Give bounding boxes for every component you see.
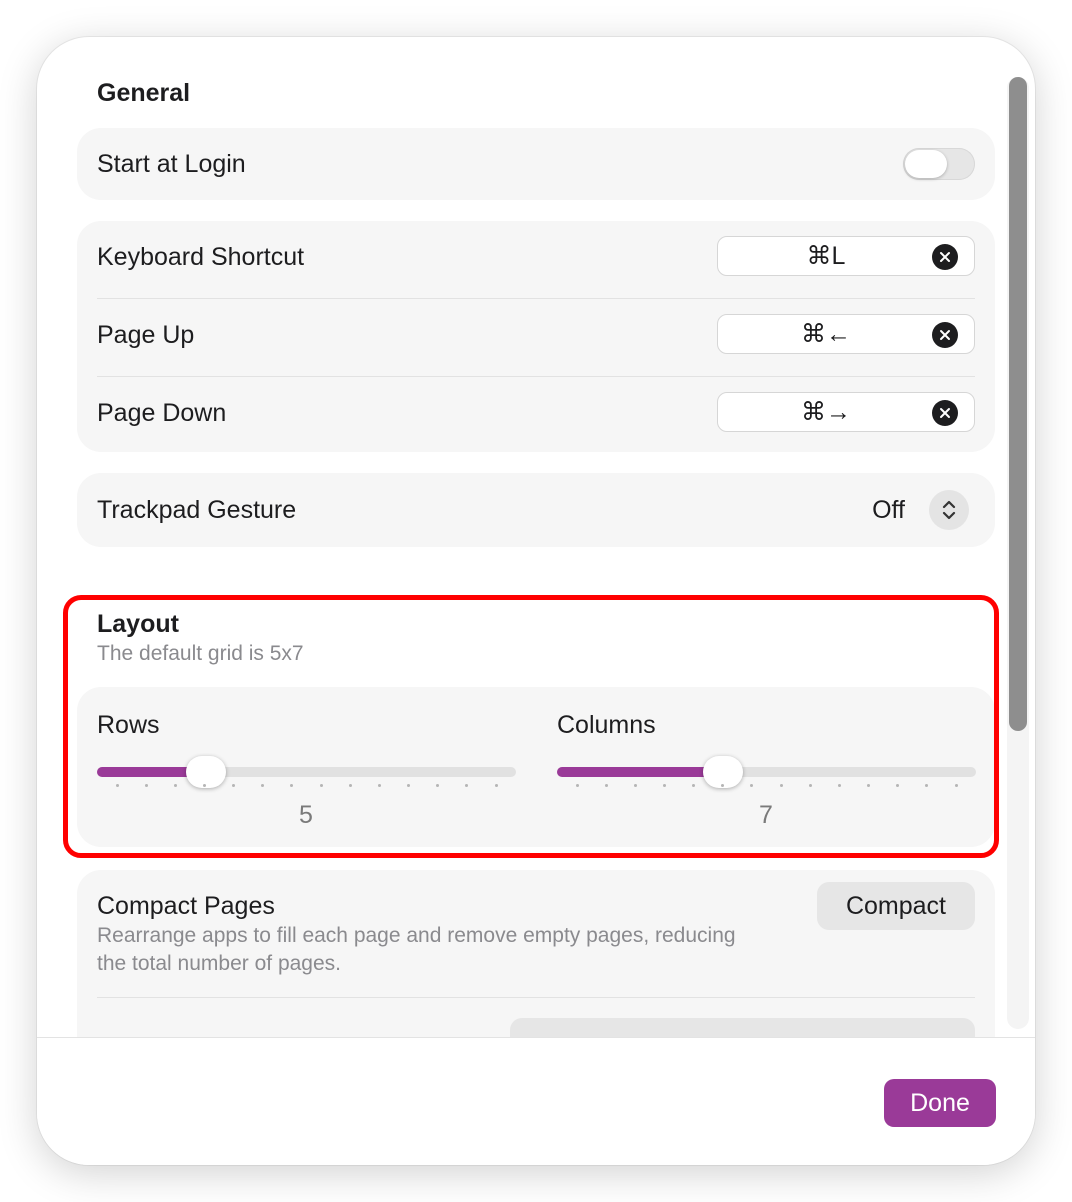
x-circle-icon[interactable] <box>932 322 958 348</box>
x-circle-icon[interactable] <box>932 400 958 426</box>
page-down-label: Page Down <box>97 399 227 427</box>
compact-pages-group: Compact Pages Rearrange apps to fill eac… <box>77 870 995 1037</box>
trackpad-gesture-label: Trackpad Gesture <box>97 496 297 524</box>
page-up-label: Page Up <box>97 321 195 349</box>
settings-window: General Start at Login Keyboard Shortcut… <box>37 37 1035 1165</box>
x-circle-icon[interactable] <box>932 244 958 270</box>
page-up-shortcut-value: ⌘← <box>801 320 851 348</box>
footer-bar: Done <box>37 1037 1035 1165</box>
start-at-login-label: Start at Login <box>97 150 246 178</box>
trackpad-gesture-group: Trackpad Gesture Off <box>77 473 995 547</box>
compact-pages-label: Compact Pages <box>97 892 275 920</box>
divider <box>97 376 975 377</box>
shortcuts-group: Keyboard Shortcut ⌘L Page Up ⌘← Page Dow… <box>77 221 995 452</box>
page-up-shortcut-recorder[interactable]: ⌘← <box>717 314 975 354</box>
compact-button[interactable]: Compact <box>817 882 975 930</box>
keyboard-shortcut-recorder[interactable]: ⌘L <box>717 236 975 276</box>
vertical-scrollbar[interactable] <box>1007 77 1029 1029</box>
compact-pages-description: Rearrange apps to fill each page and rem… <box>97 924 736 975</box>
scrollbar-thumb[interactable] <box>1009 77 1027 731</box>
page-down-shortcut-value: ⌘→ <box>801 398 851 426</box>
toggle-knob <box>905 150 947 178</box>
layout-highlight-outline <box>63 595 999 858</box>
divider <box>97 997 975 998</box>
done-button[interactable]: Done <box>884 1079 996 1127</box>
start-at-login-toggle[interactable] <box>903 148 975 180</box>
keyboard-shortcut-value: ⌘L <box>806 242 846 270</box>
general-section-title: General <box>97 79 191 107</box>
settings-scroll-area[interactable]: General Start at Login Keyboard Shortcut… <box>37 37 1035 1037</box>
trackpad-gesture-value[interactable]: Off <box>872 496 905 525</box>
up-down-chevron-icon[interactable] <box>929 490 969 530</box>
keyboard-shortcut-label: Keyboard Shortcut <box>97 243 305 271</box>
start-at-login-group: Start at Login <box>77 128 995 200</box>
page-down-shortcut-recorder[interactable]: ⌘→ <box>717 392 975 432</box>
divider <box>97 298 975 299</box>
partially-hidden-button[interactable] <box>510 1018 975 1037</box>
